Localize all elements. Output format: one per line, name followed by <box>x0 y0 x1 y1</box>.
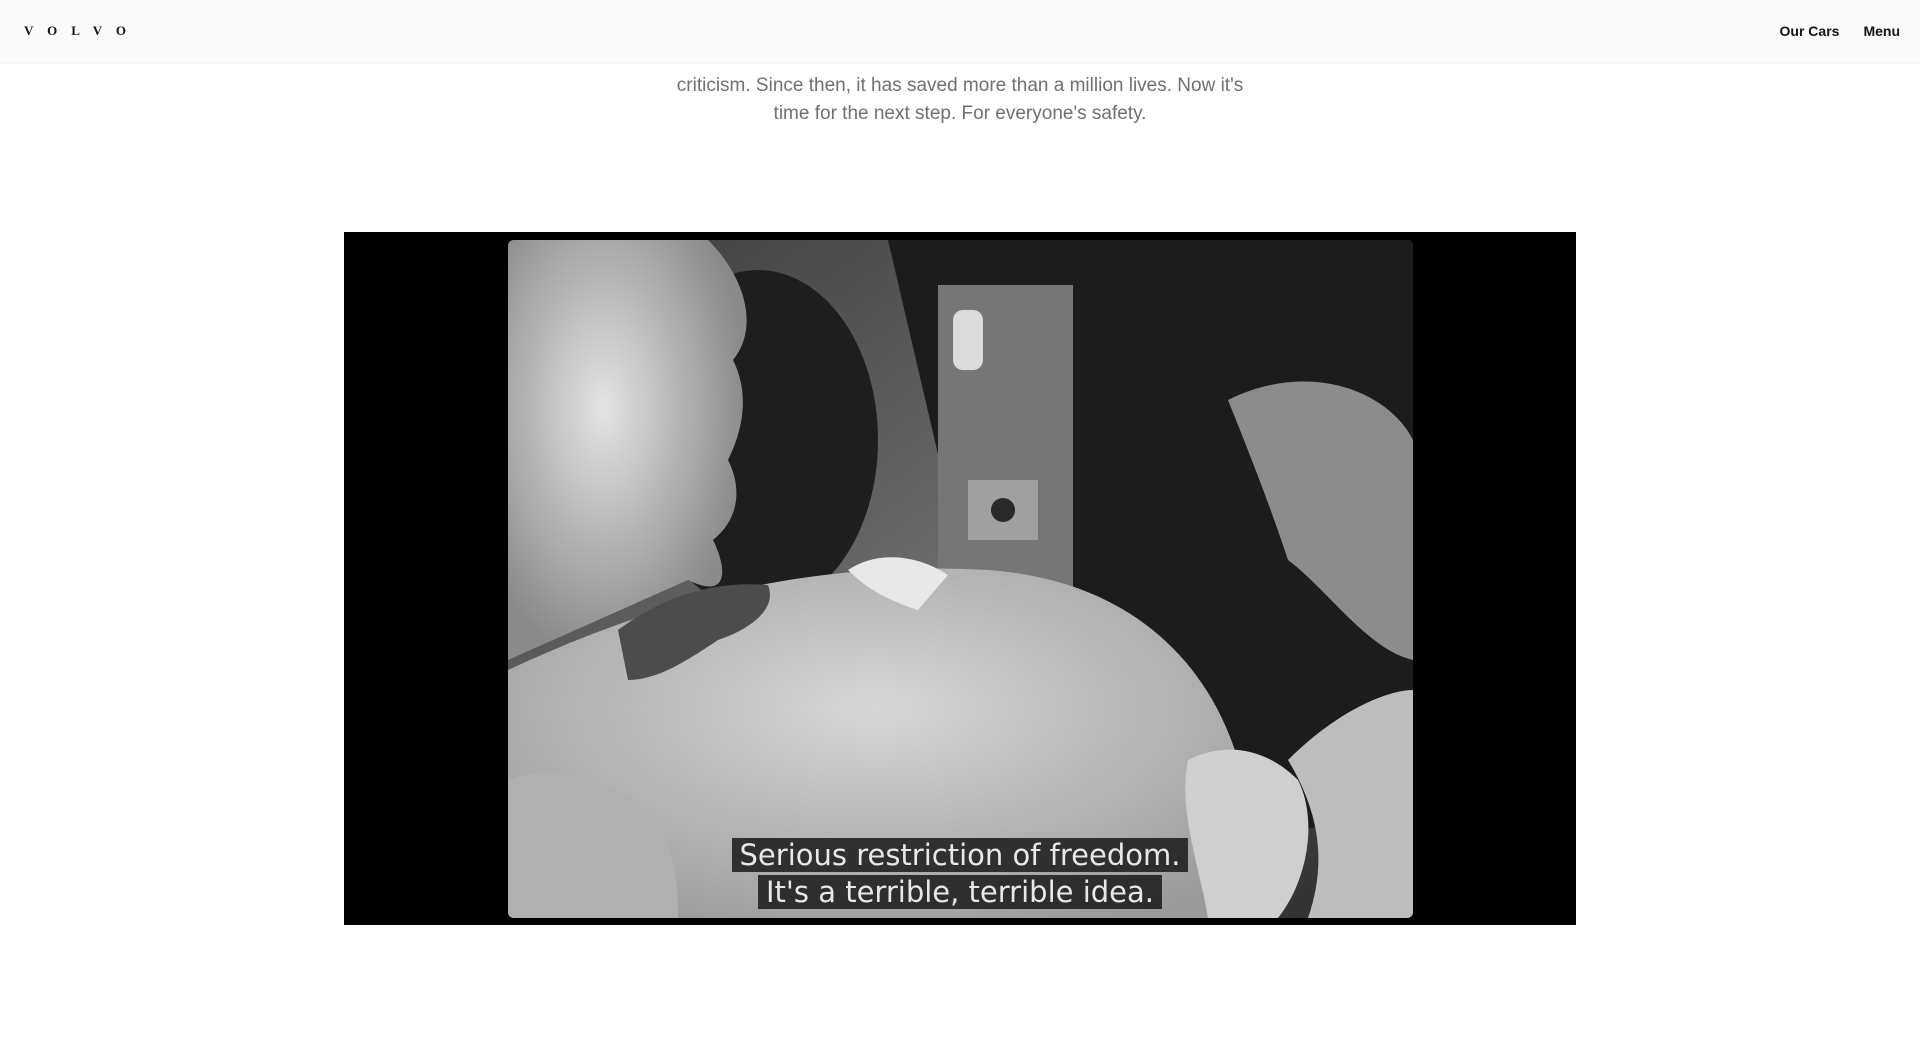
subtitle-line-2-text: It's a terrible, terrible idea. <box>758 875 1162 909</box>
header-nav: Our Cars Menu <box>1780 22 1900 40</box>
menu-link[interactable]: Menu <box>1863 22 1900 40</box>
subtitle-line-2: It's a terrible, terrible idea. <box>344 874 1576 910</box>
video-player[interactable]: Serious restriction of freedom. It's a t… <box>344 232 1576 925</box>
subtitle-line-1-text: Serious restriction of freedom. <box>731 838 1189 872</box>
intro-line-2: time for the next step. For everyone's s… <box>773 103 1147 124</box>
site-header: VOLVO Our Cars Menu <box>0 0 1920 63</box>
volvo-logo[interactable]: VOLVO <box>24 22 140 40</box>
video-frame <box>508 240 1413 918</box>
subtitle-line-1: Serious restriction of freedom. <box>344 837 1576 873</box>
intro-line-1: criticism. Since then, it has saved more… <box>676 75 1244 96</box>
archival-film-image <box>508 240 1413 918</box>
our-cars-link[interactable]: Our Cars <box>1780 22 1840 40</box>
